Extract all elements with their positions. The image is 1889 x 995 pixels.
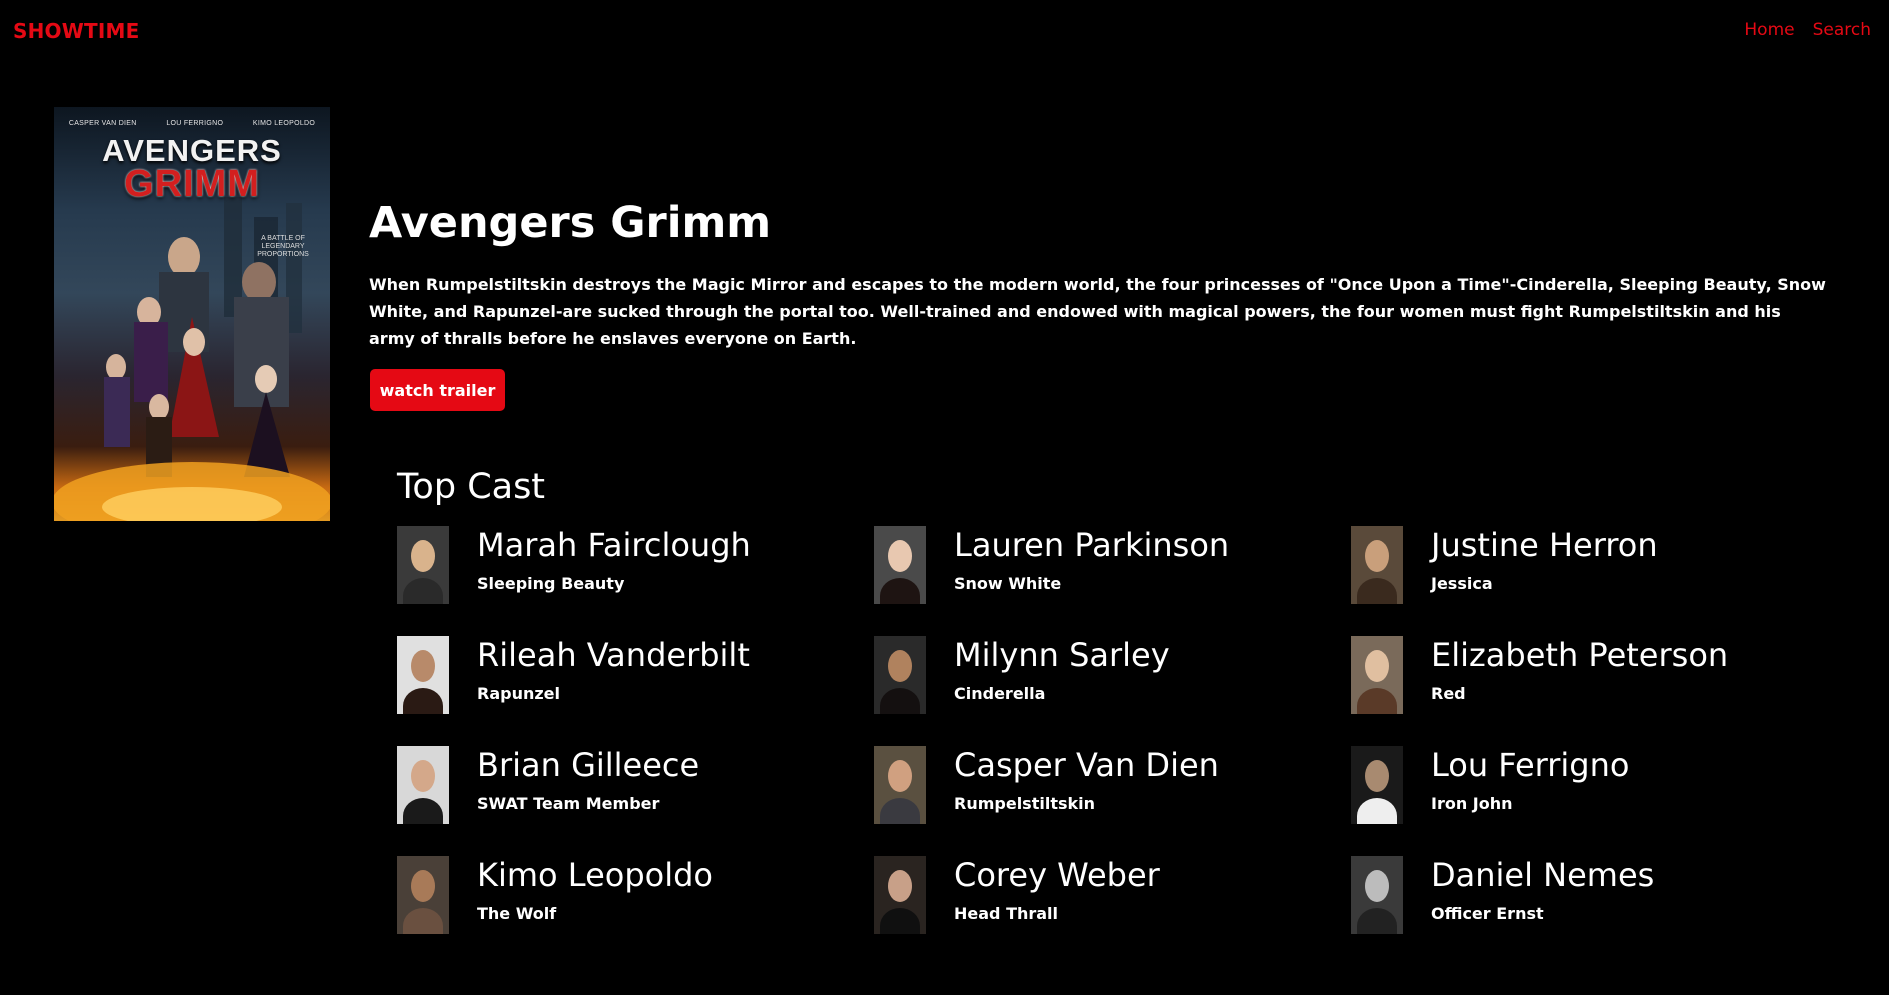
cast-name: Brian Gilleece	[477, 746, 700, 784]
cast-grid: Marah Fairclough Sleeping Beauty Lauren …	[397, 526, 1827, 966]
cast-role: Sleeping Beauty	[477, 574, 625, 593]
cast-member[interactable]: Casper Van Dien Rumpelstiltskin	[874, 746, 1351, 856]
cast-name: Elizabeth Peterson	[1431, 636, 1729, 674]
cast-photo	[397, 526, 449, 604]
cast-member[interactable]: Marah Fairclough Sleeping Beauty	[397, 526, 874, 636]
cast-name: Lauren Parkinson	[954, 526, 1230, 564]
cast-name: Kimo Leopoldo	[477, 856, 713, 894]
poster-credit: KIMO LEOPOLDO	[252, 120, 316, 127]
cast-role: Cinderella	[954, 684, 1046, 703]
cast-role: Officer Ernst	[1431, 904, 1544, 923]
cast-heading: Top Cast	[397, 467, 546, 507]
cast-role: Rumpelstiltskin	[954, 794, 1095, 813]
cast-role: Head Thrall	[954, 904, 1059, 923]
cast-role: Jessica	[1431, 574, 1493, 593]
cast-member[interactable]: Milynn Sarley Cinderella	[874, 636, 1351, 746]
movie-title: Avengers Grimm	[369, 198, 772, 248]
nav-home-link[interactable]: Home	[1744, 20, 1794, 40]
cast-member[interactable]: Corey Weber Head Thrall	[874, 856, 1351, 966]
cast-member[interactable]: Kimo Leopoldo The Wolf	[397, 856, 874, 966]
poster-tagline: A BATTLE OF LEGENDARY PROPORTIONS	[257, 235, 309, 258]
cast-photo	[1351, 636, 1403, 714]
cast-member[interactable]: Rileah Vanderbilt Rapunzel	[397, 636, 874, 746]
nav-links: Home Search	[1744, 20, 1871, 40]
cast-member[interactable]: Justine Herron Jessica	[1351, 526, 1827, 636]
brand-logo[interactable]: SHOWTIME	[13, 19, 139, 43]
cast-role: Red	[1431, 684, 1466, 703]
cast-member[interactable]: Brian Gilleece SWAT Team Member	[397, 746, 874, 856]
cast-member[interactable]: Elizabeth Peterson Red	[1351, 636, 1827, 746]
cast-member[interactable]: Lauren Parkinson Snow White	[874, 526, 1351, 636]
cast-photo	[874, 856, 926, 934]
cast-name: Justine Herron	[1431, 526, 1658, 564]
cast-name: Rileah Vanderbilt	[477, 636, 750, 674]
cast-photo	[874, 746, 926, 824]
cast-role: SWAT Team Member	[477, 794, 660, 813]
movie-poster: CASPER VAN DIEN LOU FERRIGNO KIMO LEOPOL…	[54, 107, 330, 521]
cast-member[interactable]: Daniel Nemes Officer Ernst	[1351, 856, 1827, 966]
cast-name: Corey Weber	[954, 856, 1160, 894]
cast-role: The Wolf	[477, 904, 557, 923]
cast-name: Milynn Sarley	[954, 636, 1170, 674]
cast-photo	[397, 636, 449, 714]
poster-credits: CASPER VAN DIEN LOU FERRIGNO KIMO LEOPOL…	[54, 120, 330, 127]
cast-photo	[397, 746, 449, 824]
movie-overview: When Rumpelstiltskin destroys the Magic …	[369, 275, 1826, 348]
cast-photo	[397, 856, 449, 934]
cast-name: Casper Van Dien	[954, 746, 1219, 784]
cast-photo	[1351, 746, 1403, 824]
poster-credit: CASPER VAN DIEN	[68, 120, 137, 127]
cast-role: Iron John	[1431, 794, 1513, 813]
watch-trailer-button[interactable]: watch trailer	[370, 369, 505, 411]
cast-name: Daniel Nemes	[1431, 856, 1655, 894]
cast-name: Lou Ferrigno	[1431, 746, 1630, 784]
cast-photo	[874, 526, 926, 604]
cast-role: Snow White	[954, 574, 1062, 593]
cast-photo	[1351, 856, 1403, 934]
cast-photo	[1351, 526, 1403, 604]
navbar: SHOWTIME Home Search	[0, 0, 1889, 62]
poster-title-line2: GRIMM	[124, 163, 260, 205]
nav-search-link[interactable]: Search	[1813, 20, 1871, 40]
cast-name: Marah Fairclough	[477, 526, 751, 564]
cast-role: Rapunzel	[477, 684, 560, 703]
cast-member[interactable]: Lou Ferrigno Iron John	[1351, 746, 1827, 856]
cast-photo	[874, 636, 926, 714]
poster-credit: LOU FERRIGNO	[166, 120, 224, 127]
